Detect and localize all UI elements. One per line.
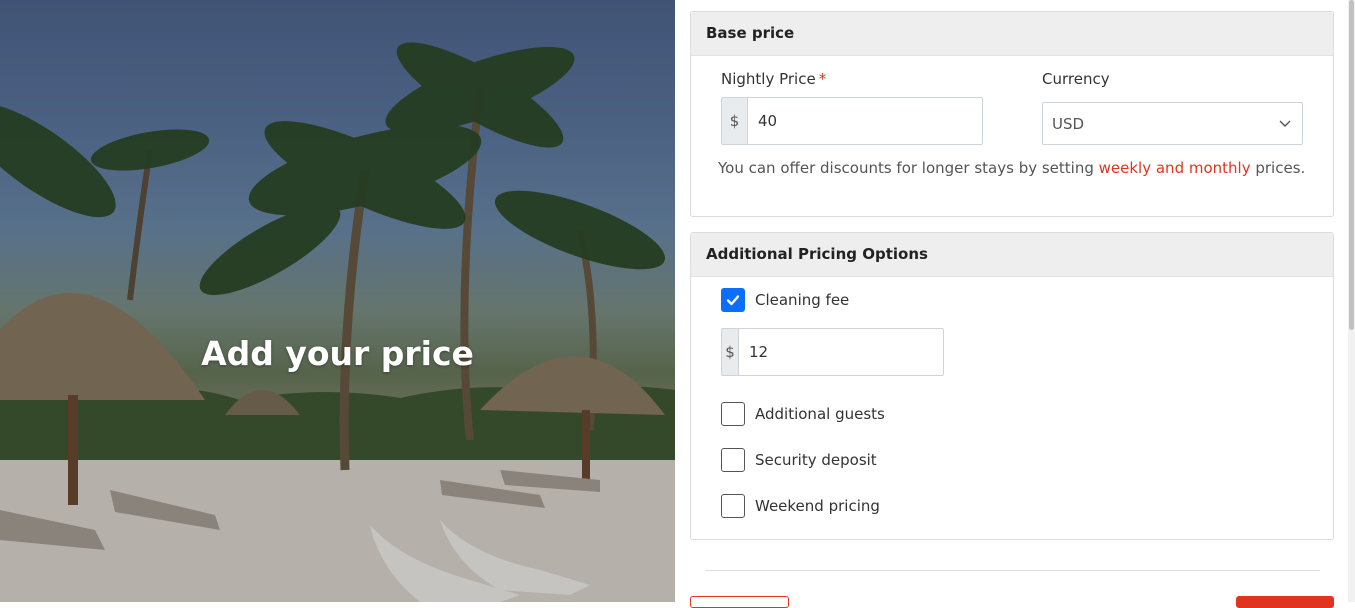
cleaning-fee-group: $ (721, 328, 944, 376)
security-deposit-checkbox[interactable] (721, 448, 745, 472)
chevron-down-icon (1279, 120, 1291, 127)
security-deposit-label: Security deposit (755, 451, 877, 469)
hero-image: Add your price (0, 0, 675, 602)
nightly-price-input[interactable] (747, 97, 983, 145)
additional-pricing-heading: Additional Pricing Options (691, 233, 1333, 277)
cleaning-fee-option[interactable]: Cleaning fee (721, 288, 849, 312)
form-divider (705, 570, 1320, 571)
base-price-panel: Base price Nightly Price* $ Currency USD… (690, 11, 1334, 217)
pricing-help-text: You can offer discounts for longer stays… (718, 159, 1305, 177)
page-scrollbar[interactable] (1348, 0, 1355, 602)
weekly-monthly-link[interactable]: weekly and monthly (1099, 159, 1251, 177)
hero-overlay (0, 0, 675, 602)
help-text-after: prices. (1250, 159, 1306, 177)
required-mark: * (818, 70, 827, 88)
checkmark-icon (726, 295, 740, 306)
currency-symbol: $ (721, 328, 738, 376)
additional-guests-checkbox[interactable] (721, 402, 745, 426)
weekend-pricing-checkbox[interactable] (721, 494, 745, 518)
currency-label: Currency (1042, 70, 1110, 88)
additional-guests-label: Additional guests (755, 405, 885, 423)
cleaning-fee-checkbox[interactable] (721, 288, 745, 312)
help-text-before: You can offer discounts for longer stays… (718, 159, 1099, 177)
additional-guests-option[interactable]: Additional guests (721, 402, 885, 426)
hero-title: Add your price (201, 334, 474, 373)
security-deposit-option[interactable]: Security deposit (721, 448, 877, 472)
weekend-pricing-label: Weekend pricing (755, 497, 880, 515)
next-button[interactable] (1236, 596, 1334, 608)
cleaning-fee-input[interactable] (738, 328, 944, 376)
currency-symbol: $ (721, 97, 747, 145)
scrollbar-thumb[interactable] (1349, 0, 1354, 330)
weekend-pricing-option[interactable]: Weekend pricing (721, 494, 880, 518)
nightly-price-label-text: Nightly Price (721, 70, 816, 88)
cleaning-fee-label: Cleaning fee (755, 291, 850, 309)
currency-selected-value: USD (1052, 114, 1085, 133)
base-price-heading: Base price (691, 12, 1333, 56)
additional-pricing-panel: Additional Pricing Options Cleaning fee … (690, 232, 1334, 540)
back-button[interactable] (690, 596, 789, 608)
nightly-price-label: Nightly Price * (721, 70, 826, 88)
currency-select[interactable]: USD (1042, 102, 1303, 145)
nightly-price-group: $ (721, 97, 983, 145)
